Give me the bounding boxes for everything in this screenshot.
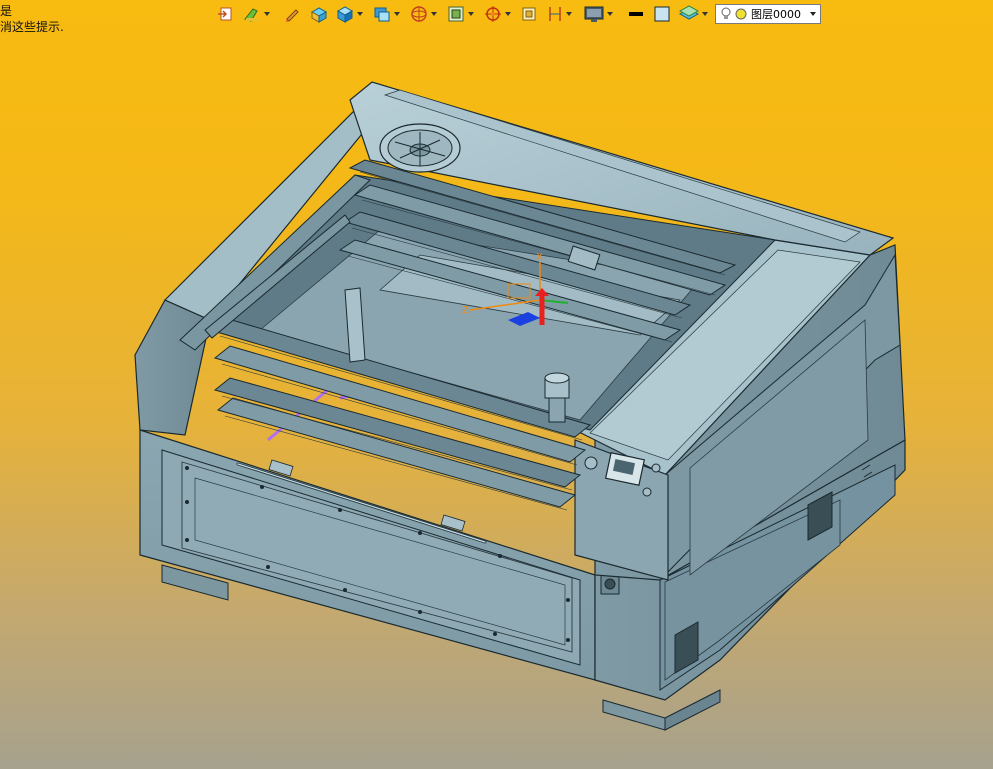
exhaust-fan (379, 123, 461, 173)
section-view-button[interactable] (520, 4, 538, 24)
zoom-fit-icon (448, 6, 464, 21)
view-toolbar: 图层0000 (216, 2, 821, 25)
chevron-down-icon (810, 11, 816, 16)
zoom-fit-button[interactable] (446, 4, 475, 24)
monitor-button[interactable] (583, 4, 614, 24)
svg-text:Z: Z (462, 305, 469, 316)
exit-sketch-button[interactable] (216, 4, 234, 24)
layer-manager-button[interactable] (678, 4, 709, 24)
cad-model-laser-cutter[interactable]: X Z (0, 0, 993, 769)
svg-text:X: X (536, 252, 543, 263)
3d-viewport[interactable]: X Z 是 消这些提示. 图层0000 (0, 0, 993, 769)
dimension-button[interactable] (546, 4, 573, 24)
render-sphere-button[interactable] (409, 4, 438, 24)
target-snap-button[interactable] (483, 4, 512, 24)
display-style-button[interactable] (372, 4, 401, 24)
display-style-icon (374, 7, 390, 21)
solid-tools-icon (310, 6, 328, 23)
cube-view-icon (336, 5, 354, 23)
hint-line-1: 是 (0, 4, 13, 18)
fill-color-button[interactable] (652, 4, 672, 24)
sketch-paint-icon (244, 7, 258, 22)
solid-tools-button[interactable] (309, 4, 329, 24)
render-sphere-icon (411, 5, 427, 22)
layer-select[interactable]: 图层0000 (715, 3, 821, 24)
target-snap-icon (485, 5, 501, 22)
hint-line-2: 消这些提示. (0, 20, 64, 34)
fill-color-icon (654, 6, 670, 21)
layer-stack-icon (679, 4, 699, 20)
pen-edit-button[interactable] (283, 4, 301, 24)
section-view-icon (522, 7, 536, 20)
sketch-paint-button[interactable] (242, 4, 271, 24)
dimension-icon (549, 6, 561, 21)
laser-head (544, 372, 570, 423)
exit-sketch-icon (218, 7, 232, 20)
line-color-button[interactable] (626, 4, 646, 24)
lightbulb-icon (721, 7, 731, 19)
cube-view-button[interactable] (335, 4, 364, 24)
monitor-icon (584, 6, 604, 22)
layer-color-dot-icon (735, 8, 747, 19)
layer-select-value: 图层0000 (751, 7, 801, 21)
line-black-icon (629, 11, 643, 16)
pen-edit-icon (286, 8, 299, 22)
left-side-housing (134, 299, 211, 436)
